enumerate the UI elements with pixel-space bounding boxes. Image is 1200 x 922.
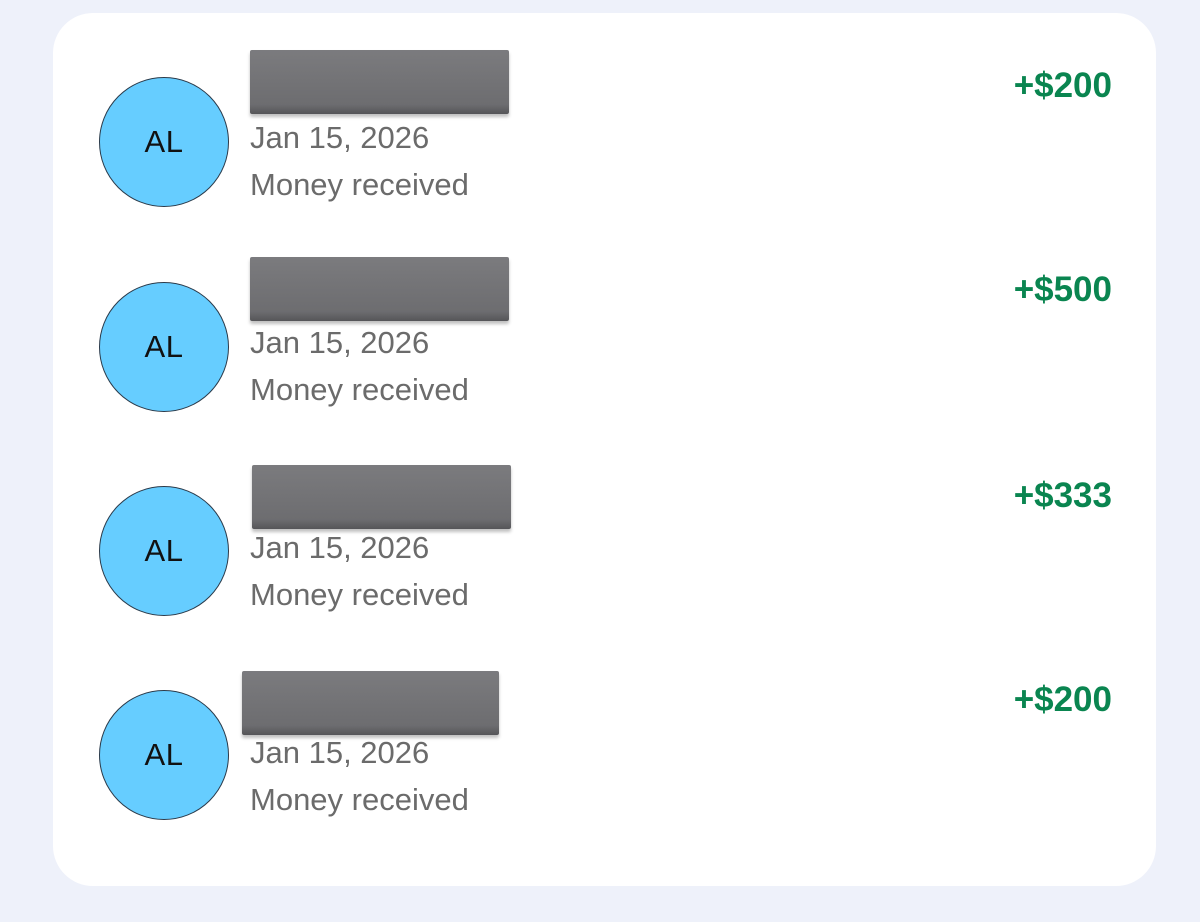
redacted-name-block <box>252 465 511 529</box>
transaction-date: Jan 15, 2026 <box>250 735 430 770</box>
transaction-description: Money received <box>250 782 469 817</box>
redacted-name-block <box>242 671 499 735</box>
avatar: AL <box>99 77 229 207</box>
transaction-amount: +$500 <box>1013 270 1112 309</box>
transaction-row[interactable]: AL Jan 15, 2026 Money received +$500 <box>53 257 1156 453</box>
avatar-initials: AL <box>144 533 184 568</box>
transaction-row[interactable]: AL Jan 15, 2026 Money received +$333 <box>53 465 1156 658</box>
transaction-date: Jan 15, 2026 <box>250 530 430 565</box>
transaction-amount: +$333 <box>1013 476 1112 515</box>
transaction-description: Money received <box>250 167 469 202</box>
avatar-initials: AL <box>144 737 184 772</box>
transaction-row[interactable]: AL Jan 15, 2026 Money received +$200 <box>53 671 1156 863</box>
transaction-description: Money received <box>250 372 469 407</box>
transaction-description: Money received <box>250 577 469 612</box>
redacted-name-block <box>250 50 509 114</box>
transaction-date: Jan 15, 2026 <box>250 325 430 360</box>
transaction-amount: +$200 <box>1013 680 1112 719</box>
avatar: AL <box>99 282 229 412</box>
transactions-card: AL Jan 15, 2026 Money received +$200 AL … <box>53 13 1156 886</box>
transaction-date: Jan 15, 2026 <box>250 120 430 155</box>
avatar: AL <box>99 690 229 820</box>
avatar: AL <box>99 486 229 616</box>
transaction-row[interactable]: AL Jan 15, 2026 Money received +$200 <box>53 50 1156 248</box>
avatar-initials: AL <box>144 329 184 364</box>
avatar-initials: AL <box>144 124 184 159</box>
transaction-amount: +$200 <box>1013 66 1112 105</box>
redacted-name-block <box>250 257 509 321</box>
